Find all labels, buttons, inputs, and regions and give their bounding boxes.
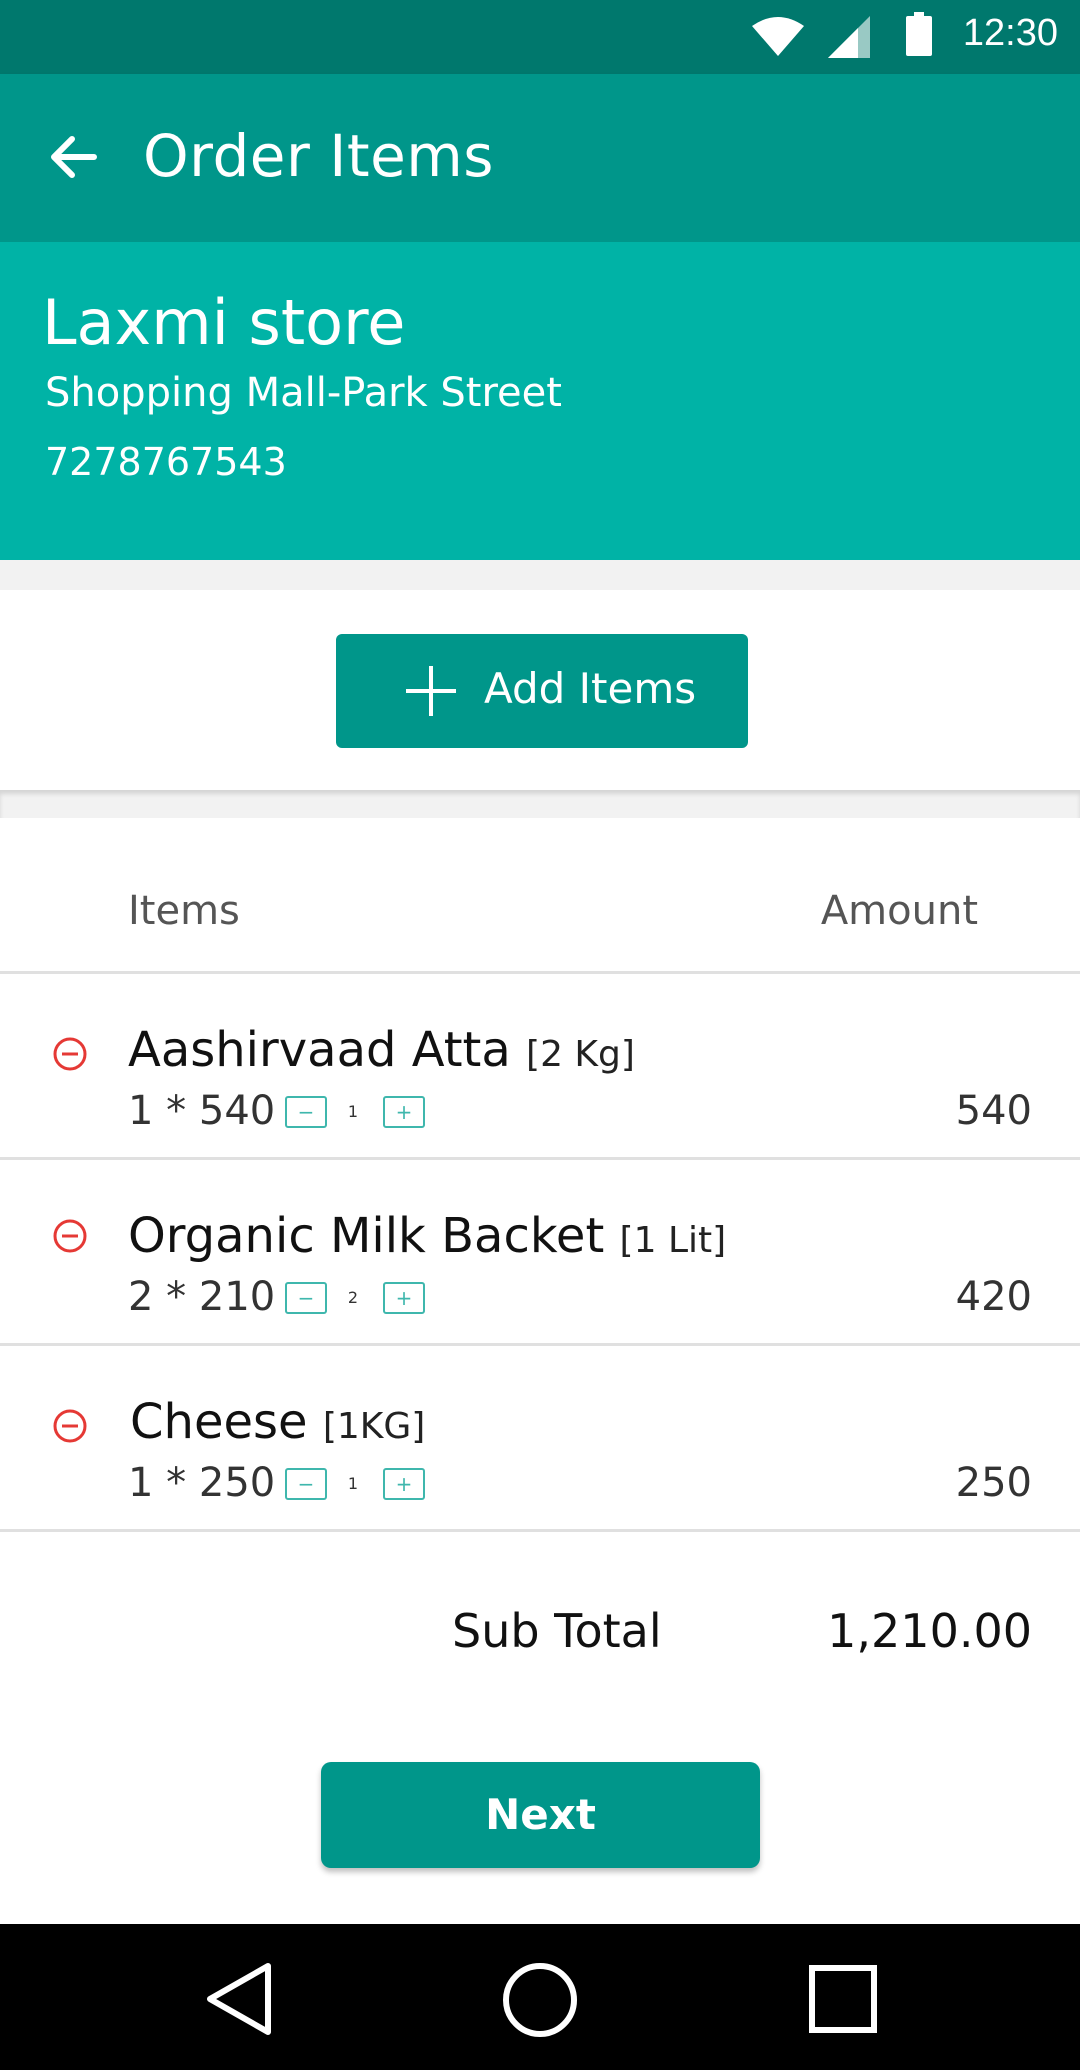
add-items-section: Add Items [0,590,1080,790]
table-row: Aashirvaad Atta [2 Kg] 1 * 540 − 1 + 540 [0,974,1080,1160]
divider [0,1529,1080,1532]
increment-button[interactable]: + [383,1282,425,1314]
increment-button[interactable]: + [383,1096,425,1128]
decrement-button[interactable]: − [285,1096,327,1128]
battery-icon [906,12,932,56]
item-unit: [1KG] [322,1406,426,1447]
quantity-value: 1 [347,1102,359,1121]
store-name: Laxmi store [42,286,406,359]
item-name: Organic Milk Backet [1 Lit] [128,1208,727,1264]
quantity-value: 2 [347,1288,359,1307]
item-qty-price: 1 * 540 [128,1088,276,1134]
decrement-button[interactable]: − [285,1468,327,1500]
recents-square-icon[interactable] [808,1964,878,2034]
back-triangle-icon[interactable] [204,1962,274,2036]
page-title: Order Items [143,122,495,190]
subtotal-label: Sub Total [452,1604,662,1658]
item-amount: 250 [955,1460,1032,1506]
table-row: Cheese [1KG] 1 * 250 − 1 + 250 [0,1346,1080,1532]
remove-item-icon[interactable] [52,1218,88,1254]
item-name: Cheese [1KG] [130,1394,426,1450]
increment-button[interactable]: + [383,1468,425,1500]
arrow-left-icon[interactable] [44,128,102,186]
store-phone: 7278767543 [45,440,287,484]
add-items-button[interactable]: Add Items [336,634,748,748]
item-name: Aashirvaad Atta [2 Kg] [128,1022,635,1078]
table-header: Items Amount [0,818,1080,974]
item-amount: 420 [955,1274,1032,1320]
status-bar: 12:30 [0,0,1080,74]
subtotal-value: 1,210.00 [827,1604,1032,1658]
remove-item-icon[interactable] [52,1036,88,1072]
column-header-amount: Amount [820,888,978,934]
store-address: Shopping Mall-Park Street [45,370,562,416]
home-circle-icon[interactable] [502,1962,578,2038]
table-row: Organic Milk Backet [1 Lit] 2 * 210 − 2 … [0,1160,1080,1346]
item-qty-price: 1 * 250 [128,1460,276,1506]
plus-icon [406,666,456,716]
item-qty-price: 2 * 210 [128,1274,276,1320]
item-unit: [1 Lit] [619,1220,727,1261]
column-header-items: Items [128,888,240,934]
item-unit: [2 Kg] [526,1034,635,1075]
next-button[interactable]: Next [321,1762,760,1868]
add-items-label: Add Items [484,664,697,713]
signal-icon [828,16,870,58]
remove-item-icon[interactable] [52,1408,88,1444]
decrement-button[interactable]: − [285,1282,327,1314]
store-header: Laxmi store Shopping Mall-Park Street 72… [0,242,1080,560]
status-time: 12:30 [962,12,1058,54]
section-divider [0,790,1080,818]
system-nav-bar [0,1924,1080,2070]
next-button-label: Next [485,1790,596,1839]
item-amount: 540 [955,1088,1032,1134]
app-bar: Order Items [0,74,1080,242]
quantity-value: 1 [347,1474,359,1493]
wifi-icon [752,17,804,56]
section-divider [0,560,1080,590]
